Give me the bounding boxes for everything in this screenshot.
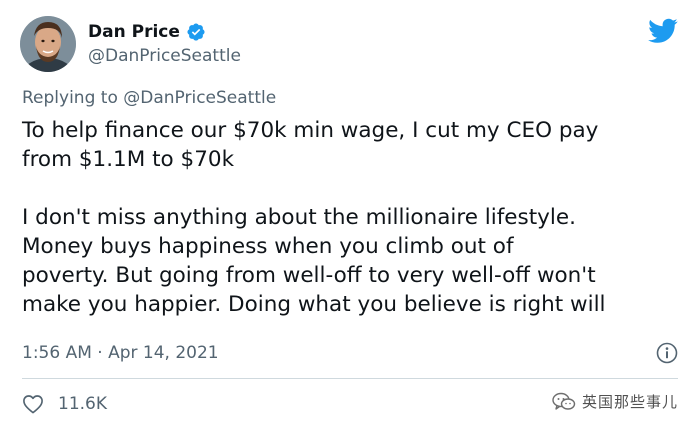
paragraph-break — [22, 174, 687, 203]
twitter-bird-icon[interactable] — [648, 18, 678, 44]
tweet-text-line: make you happier. Doing what you believe… — [22, 292, 606, 317]
tweet-text: To help finance our $70k min wage, I cut… — [22, 116, 687, 319]
info-icon[interactable] — [656, 342, 678, 364]
author-name-row[interactable]: Dan Price — [88, 22, 206, 42]
watermark: 英国那些事儿 — [552, 391, 678, 412]
tweet-card: Dan Price @DanPriceSeattle Replying to @… — [0, 0, 700, 433]
like-count: 11.6K — [58, 394, 107, 414]
wechat-icon — [552, 392, 576, 412]
avatar-image — [20, 16, 76, 72]
replying-prefix: Replying to — [22, 88, 118, 108]
replying-to: Replying to @DanPriceSeattle — [22, 88, 276, 108]
watermark-text: 英国那些事儿 — [581, 393, 678, 411]
heart-icon[interactable] — [22, 394, 44, 414]
tweet-text-line: Money buys happiness when you climb out … — [22, 234, 514, 259]
verified-badge-icon — [186, 22, 206, 42]
author-handle[interactable]: @DanPriceSeattle — [88, 46, 241, 66]
like-action[interactable]: 11.6K — [22, 394, 107, 414]
tweet-timestamp[interactable]: 1:56 AM · Apr 14, 2021 — [22, 343, 219, 363]
tweet-text-line: To help finance our $70k min wage, I cut… — [22, 118, 599, 143]
tweet-text-line: I don't miss anything about the milliona… — [22, 205, 576, 230]
replying-handle-link[interactable]: @DanPriceSeattle — [123, 88, 276, 108]
divider — [22, 378, 678, 379]
avatar[interactable] — [20, 16, 76, 72]
tweet-text-line: from $1.1M to $70k — [22, 147, 235, 172]
display-name[interactable]: Dan Price — [88, 22, 180, 42]
tweet-text-line: poverty. But going from well-off to very… — [22, 263, 596, 288]
